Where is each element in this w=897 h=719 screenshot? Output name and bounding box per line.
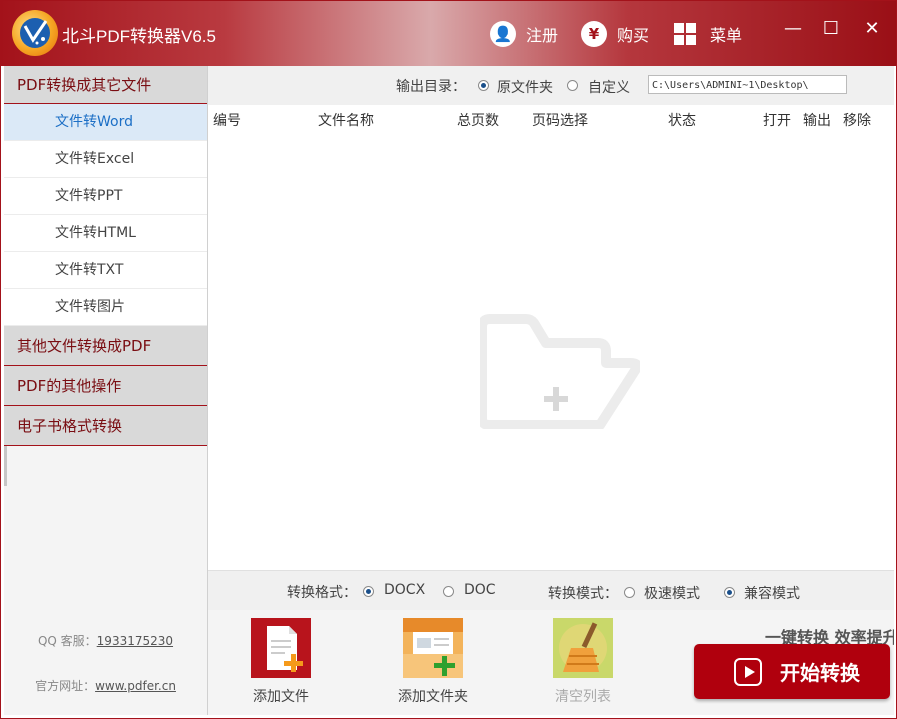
add-file-button[interactable]: 添加文件 (236, 618, 326, 706)
fast-mode-label: 极速模式 (644, 586, 700, 602)
play-icon (734, 657, 762, 686)
col-page-select: 页码选择 (532, 113, 588, 129)
source-folder-label: 原文件夹 (497, 80, 553, 96)
doc-label: DOC (464, 582, 496, 598)
empty-folder-add-icon (480, 314, 640, 429)
site-label: 官方网址： (35, 679, 96, 693)
add-folder-button[interactable]: 添加文件夹 (388, 618, 478, 706)
radio-custom-folder[interactable] (567, 80, 578, 91)
sidebar-item-to-txt[interactable]: 文件转TXT (4, 252, 207, 289)
broom-icon (553, 618, 613, 678)
radio-source-folder[interactable] (478, 80, 489, 91)
compat-mode-label: 兼容模式 (744, 586, 800, 602)
menu-button[interactable]: 菜单 (674, 20, 742, 48)
sidebar-item-to-ppt[interactable]: 文件转PPT (4, 178, 207, 215)
sidebar-item-to-excel[interactable]: 文件转Excel (4, 141, 207, 178)
sidebar-scrollbar[interactable] (4, 446, 7, 486)
col-remove: 移除 (843, 113, 871, 129)
maximize-button[interactable]: ☐ (818, 18, 844, 39)
site-url-link[interactable]: www.pdfer.cn (95, 679, 176, 693)
qq-contact: QQ 客服：1933175230 (4, 632, 207, 649)
close-button[interactable]: ✕ (859, 18, 885, 39)
sidebar-item-to-word[interactable]: 文件转Word (4, 104, 207, 141)
col-status: 状态 (668, 113, 696, 129)
format-options-bar: 转换格式： DOCX DOC 转换模式： 极速模式 兼容模式 (208, 570, 894, 610)
col-output: 输出 (803, 113, 831, 129)
qq-number-link[interactable]: 1933175230 (97, 634, 173, 648)
add-folder-label: 添加文件夹 (398, 689, 468, 705)
action-toolbar: 添加文件 添加文件夹 清空列表 一键转换 效率提升 开始转换 (208, 610, 894, 715)
menu-label: 菜单 (710, 26, 743, 45)
yen-icon: ¥ (581, 21, 607, 47)
category-pdf-to-other[interactable]: PDF转换成其它文件 (4, 66, 207, 104)
user-add-icon: 👤 (490, 21, 516, 47)
output-label: 输出目录： (396, 79, 466, 95)
radio-doc[interactable] (443, 586, 454, 597)
add-file-icon (251, 618, 311, 678)
col-number: 编号 (213, 113, 241, 129)
file-table-header: 编号 文件名称 总页数 页码选择 状态 打开 输出 移除 (208, 105, 894, 133)
mode-label: 转换模式： (548, 586, 618, 602)
add-folder-icon (403, 618, 463, 678)
docx-label: DOCX (384, 582, 426, 598)
sidebar-item-to-image[interactable]: 文件转图片 (4, 289, 207, 326)
output-directory-bar: 输出目录： 原文件夹 自定义 C:\Users\ADMINI~1\Desktop… (208, 66, 894, 105)
radio-docx[interactable] (363, 586, 374, 597)
output-path-field[interactable]: C:\Users\ADMINI~1\Desktop\ (648, 75, 847, 94)
format-label: 转换格式： (287, 585, 357, 601)
app-window: 北斗PDF转换器V6.5 👤 注册 ¥ 购买 菜单 — ☐ ✕ PDF转换成其它… (0, 0, 897, 719)
minimize-button[interactable]: — (780, 18, 806, 39)
grid-menu-icon (674, 23, 696, 45)
app-logo-icon (12, 10, 58, 56)
main-panel: 输出目录： 原文件夹 自定义 C:\Users\ADMINI~1\Desktop… (207, 66, 894, 715)
col-pages: 总页数 (457, 113, 499, 129)
sidebar: PDF转换成其它文件 文件转Word 文件转Excel 文件转PPT 文件转HT… (4, 66, 207, 715)
qq-label: QQ 客服： (37, 634, 97, 648)
col-open: 打开 (763, 113, 791, 129)
app-title: 北斗PDF转换器V6.5 (62, 27, 216, 46)
category-pdf-other-ops[interactable]: PDF的其他操作 (4, 366, 207, 406)
col-filename: 文件名称 (318, 113, 374, 129)
website-contact: 官方网址：www.pdfer.cn (4, 677, 207, 694)
clear-list-button[interactable]: 清空列表 (538, 618, 628, 706)
sidebar-item-to-html[interactable]: 文件转HTML (4, 215, 207, 252)
radio-compat-mode[interactable] (724, 587, 735, 598)
register-button[interactable]: 👤 注册 (490, 20, 558, 48)
category-other-to-pdf[interactable]: 其他文件转换成PDF (4, 326, 207, 366)
custom-folder-label: 自定义 (588, 80, 630, 96)
start-convert-label: 开始转换 (780, 661, 860, 685)
buy-button[interactable]: ¥ 购买 (581, 20, 649, 48)
file-drop-area[interactable] (208, 133, 894, 570)
register-label: 注册 (526, 26, 559, 45)
add-file-label: 添加文件 (253, 689, 309, 705)
clear-list-label: 清空列表 (555, 689, 611, 705)
start-convert-button[interactable]: 开始转换 (694, 644, 890, 699)
buy-label: 购买 (617, 26, 650, 45)
category-ebook-convert[interactable]: 电子书格式转换 (4, 406, 207, 446)
title-bar: 北斗PDF转换器V6.5 👤 注册 ¥ 购买 菜单 — ☐ ✕ (0, 0, 897, 66)
radio-fast-mode[interactable] (624, 587, 635, 598)
